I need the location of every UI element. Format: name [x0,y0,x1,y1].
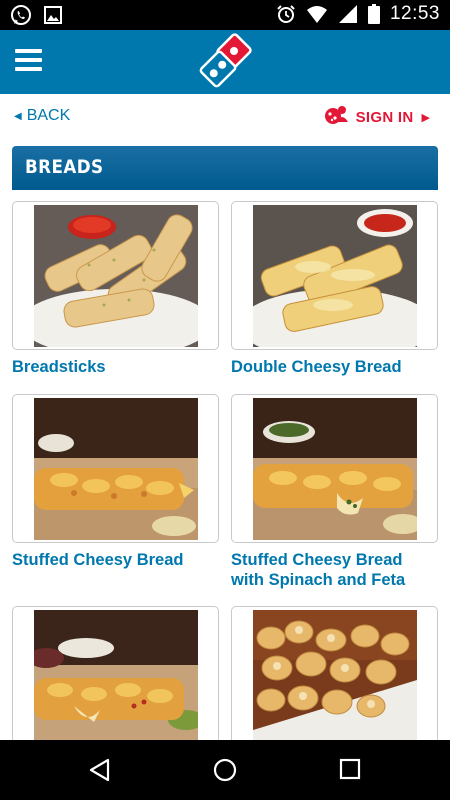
product-name: Stuffed Cheesy Bread with Spinach and Fe… [231,551,406,589]
product-card-breadsticks[interactable]: Breadsticks [12,201,219,377]
product-image-frame [12,606,219,755]
wifi-icon [306,4,328,24]
product-card-double-cheesy-bread[interactable]: Double Cheesy Bread [231,201,438,377]
product-card-stuffed-cheesy-bread-spinach-feta[interactable]: Stuffed Cheesy Bread with Spinach and Fe… [231,394,438,590]
spinach-feta-bread-photo [253,398,417,540]
status-bar: 12:53 [0,0,450,30]
home-circle-icon[interactable] [213,758,237,787]
battery-icon [367,4,380,24]
product-image-frame [231,606,438,755]
double-cheesy-bread-photo [253,205,417,347]
alarm-icon [276,4,296,24]
sign-in-label: SIGN IN [355,109,414,126]
product-image-frame [12,394,219,543]
sign-in-link[interactable]: SIGN IN ▶ [324,105,430,130]
recents-square-icon[interactable] [339,758,361,785]
status-clock: 12:53 [389,3,440,24]
product-image-frame [231,394,438,543]
section-banner: BREADS [12,146,438,190]
back-link[interactable]: ◀ BACK [14,107,70,125]
image-icon [44,6,62,24]
section-title: BREADS [25,156,104,178]
product-name: Double Cheesy Bread [231,358,402,376]
stuffed-cheesy-bread-photo [34,398,198,540]
pizza-profile-icon [324,105,348,130]
app-header [0,30,450,94]
signal-icon [338,4,358,24]
back-arrow-icon: ◀ [14,110,22,122]
dominos-logo[interactable] [194,33,256,95]
back-triangle-icon[interactable] [88,758,112,787]
product-card-6[interactable] [231,606,438,762]
nav-row: ◀ BACK SIGN IN ▶ [0,94,450,142]
product-image-frame [12,201,219,350]
product-image-frame [231,201,438,350]
product-card-stuffed-cheesy-bread[interactable]: Stuffed Cheesy Bread [12,394,219,570]
product-name: Stuffed Cheesy Bread [12,551,184,569]
product-name: Breadsticks [12,358,106,376]
back-label: BACK [26,107,71,124]
system-nav-bar [0,740,450,800]
product-card-5[interactable] [12,606,219,762]
breadsticks-photo [34,205,198,347]
sign-in-arrow-icon: ▶ [421,112,430,124]
stuffed-bread-photo [34,610,198,752]
hamburger-menu-icon[interactable] [15,49,42,71]
whatsapp-icon [10,4,32,26]
bread-bites-photo [253,610,417,752]
